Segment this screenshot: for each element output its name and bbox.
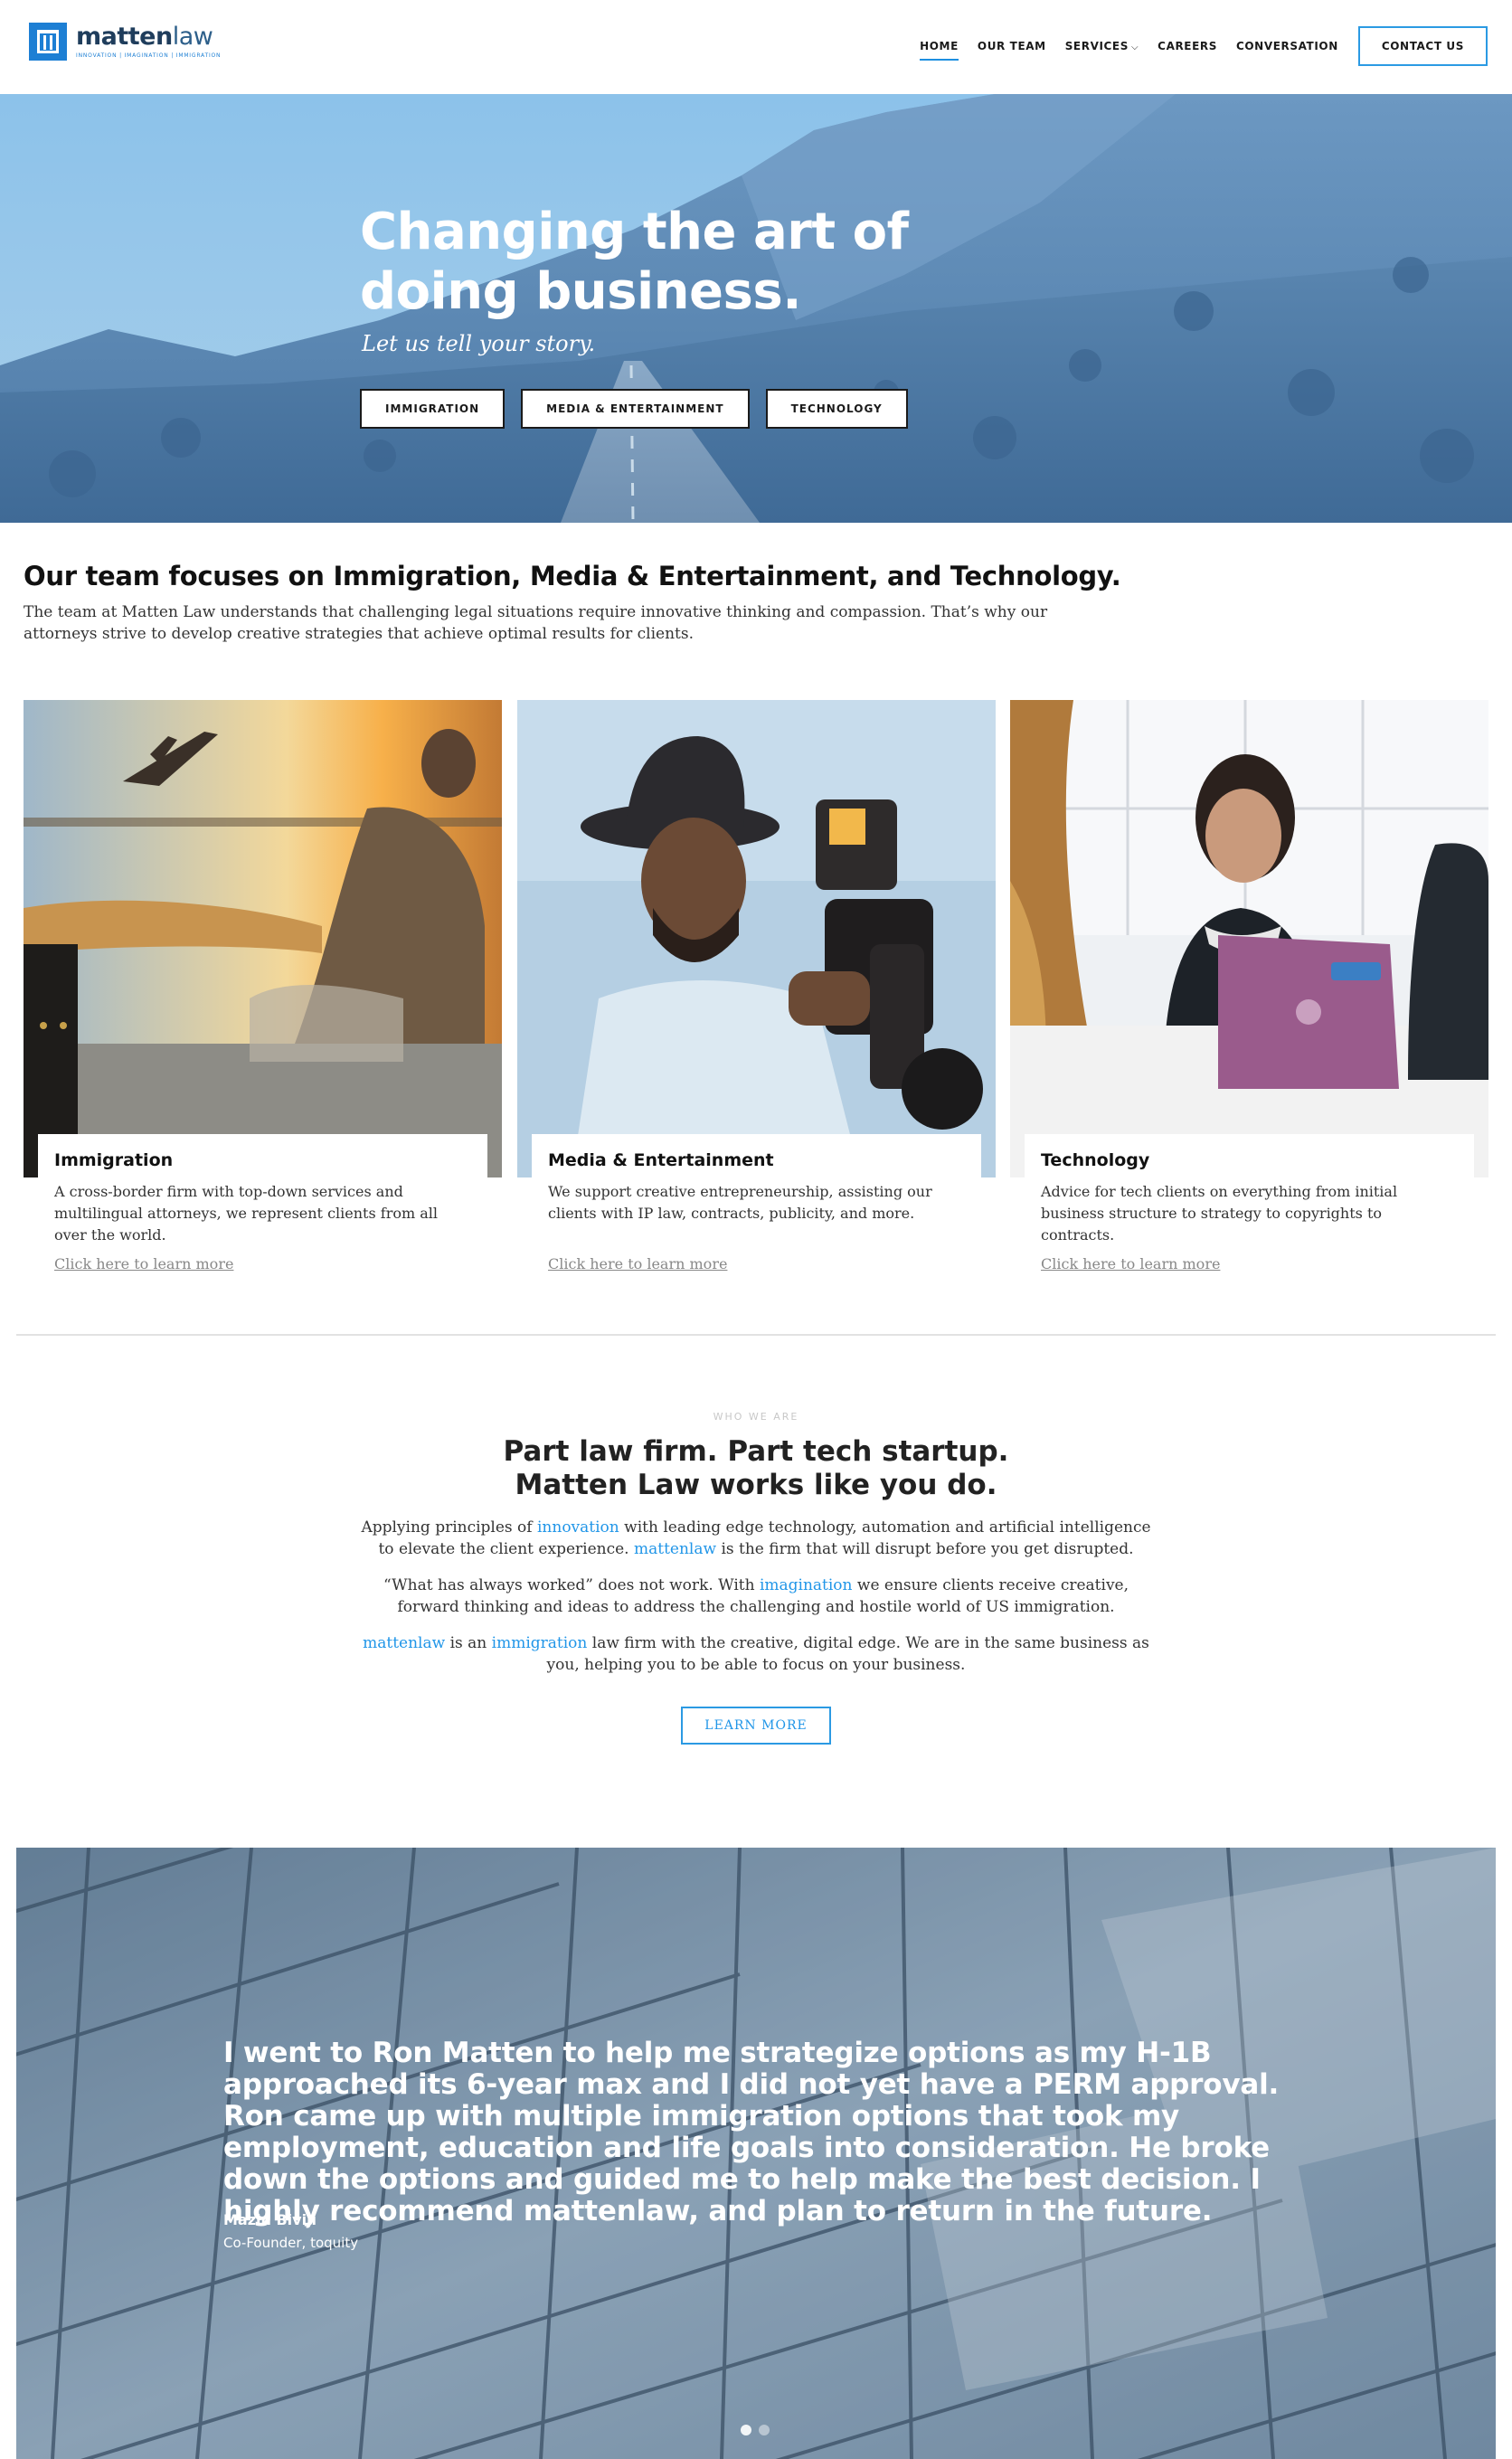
immigration-link[interactable]: immigration [492,1634,588,1652]
who-heading-line-1: Part law firm. Part tech startup. [503,1435,1009,1468]
hero-title-line-1: Changing the art of [360,203,909,261]
card-panel: Media & Entertainment We support creativ… [532,1134,981,1272]
chevron-down-icon: ⌵ [1130,43,1139,52]
who-paragraph-2: “What has always worked” does not work. … [383,1576,1129,1616]
focus-description: The team at Matten Law understands that … [24,603,1048,643]
nav-services[interactable]: SERVICES ⌵ [1065,28,1139,64]
card-panel: Technology Advice for tech clients on ev… [1025,1134,1474,1272]
service-card-technology: Technology Advice for tech clients on ev… [1010,700,1488,1288]
innovation-link[interactable]: innovation [537,1518,619,1537]
section-eyebrow: WHO WE ARE [713,1411,799,1423]
who-paragraph-1: Applying principles of innovation with l… [361,1518,1151,1558]
learn-more-button[interactable]: LEARN MORE [681,1707,831,1745]
nav-services-label: SERVICES [1064,40,1129,52]
card-panel: Immigration A cross-border firm with top… [38,1134,487,1272]
nav-conversation[interactable]: CONVERSATION [1236,28,1338,64]
nav-careers[interactable]: CAREERS [1158,28,1217,64]
testimonial-slider: I went to Ron Matten to help me strategi… [16,1848,1496,2459]
card-title: Technology [1041,1150,1150,1170]
logo-tagline: INNOVATION | IMAGINATION | IMMIGRATION [76,52,222,59]
imagination-link[interactable]: imagination [760,1576,853,1594]
site-header: mattenlaw INNOVATION | IMAGINATION | IMM… [0,0,1512,94]
testimonial-author: Mazin Biviji [223,2211,317,2228]
media-entertainment-button[interactable]: MEDIA & ENTERTAINMENT [521,389,750,429]
media-entertainment-image [517,700,996,1177]
card-title: Immigration [54,1150,174,1170]
who-we-are-section: WHO WE ARE Part law firm. Part tech star… [304,1411,1208,1745]
technology-image [1010,700,1488,1177]
hero-button-group: IMMIGRATION MEDIA & ENTERTAINMENT TECHNO… [360,389,908,429]
hero-subtitle: Let us tell your story. [362,331,596,356]
slider-dot-active[interactable] [741,2425,751,2435]
immigration-image [24,700,502,1177]
focus-heading: Our team focuses on Immigration, Media &… [24,561,1121,591]
card-title: Media & Entertainment [548,1150,774,1170]
testimonial-quote: I went to Ron Matten to help me strategi… [223,2037,1280,2227]
hero-title: Changing the art of doing business. [360,203,909,322]
who-heading-line-2: Matten Law works like you do. [515,1469,997,1501]
logo[interactable]: mattenlaw INNOVATION | IMAGINATION | IMM… [29,23,221,61]
logo-name: mattenlaw [76,23,213,51]
mattenlaw-link[interactable]: mattenlaw [363,1634,445,1652]
contact-us-button[interactable]: CONTACT US [1357,26,1488,66]
service-card-immigration: Immigration A cross-border firm with top… [24,700,502,1288]
section-divider [16,1334,1496,1336]
service-card-media: Media & Entertainment We support creativ… [517,700,996,1288]
technology-button[interactable]: TECHNOLOGY [765,389,908,429]
card-description: Advice for tech clients on everything fr… [1041,1183,1398,1244]
mattenlaw-link[interactable]: mattenlaw [634,1540,716,1558]
who-heading: Part law firm. Part tech startup. Matten… [304,1435,1208,1502]
slider-dot[interactable] [759,2425,770,2435]
learn-more-link[interactable]: Click here to learn more [548,1255,965,1272]
nav-home[interactable]: HOME [920,28,959,64]
logo-mark-icon [29,23,67,61]
hero-section: Changing the art of doing business. Let … [0,94,1512,523]
hero-title-line-2: doing business. [360,262,801,321]
card-description: We support creative entrepreneurship, as… [548,1183,932,1222]
learn-more-link[interactable]: Click here to learn more [1041,1255,1458,1272]
who-paragraph-3: mattenlaw is an immigration law firm wit… [363,1634,1149,1674]
card-description: A cross-border firm with top-down servic… [54,1183,438,1244]
learn-more-link[interactable]: Click here to learn more [54,1255,471,1272]
main-nav: HOME OUR TEAM SERVICES ⌵ CAREERS CONVERSA… [901,26,1488,66]
slider-pagination [741,2425,770,2435]
testimonial-author-role: Co-Founder, toquity [223,2235,359,2251]
nav-our-team[interactable]: OUR TEAM [978,28,1046,64]
immigration-button[interactable]: IMMIGRATION [360,389,506,429]
